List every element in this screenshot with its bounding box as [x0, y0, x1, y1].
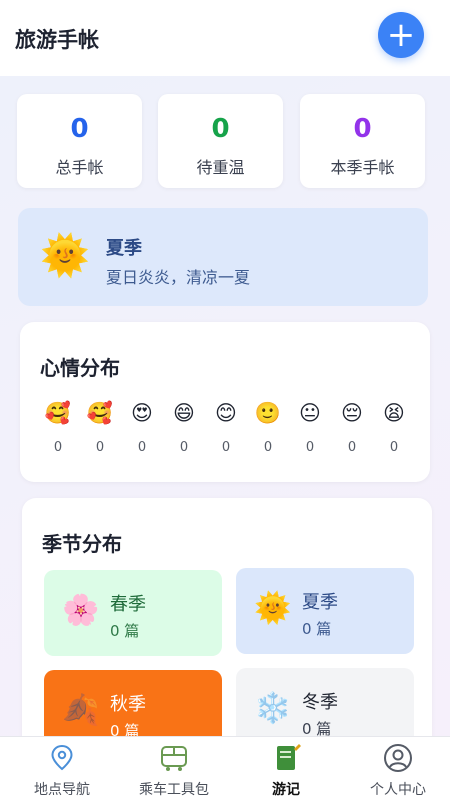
season-distribution-title: 季节分布: [42, 532, 122, 556]
current-season-name: 夏季: [106, 238, 142, 259]
sun-icon: 🌞: [40, 233, 90, 279]
mood-item[interactable]: 🙂 0: [248, 400, 288, 455]
mood-count: 0: [95, 440, 105, 455]
add-journal-button[interactable]: +: [378, 12, 424, 58]
season-tile-summer[interactable]: 🌞 夏季 0 篇: [236, 568, 414, 654]
season-tile-winter[interactable]: ❄️ 冬季 0 篇: [236, 668, 414, 736]
smiling-hearts-icon: 🥰: [86, 401, 114, 425]
mood-count: 0: [347, 440, 357, 455]
heart-eyes-icon: 😍: [131, 401, 153, 425]
stat-season-label: 本季手帐: [330, 158, 395, 177]
current-season-banner: 🌞 夏季 夏日炎炎，清凉一夏: [18, 208, 428, 306]
nav-label: 乘车工具包: [139, 782, 209, 798]
season-tile-autumn[interactable]: 🍂 秋季 0 篇: [44, 670, 222, 736]
tired-face-icon: 😫: [383, 401, 405, 425]
mood-count: 0: [179, 440, 189, 455]
plus-icon: +: [386, 15, 416, 55]
nav-item-transit[interactable]: 乘车工具包: [118, 737, 230, 801]
cherry-blossom-icon: 🌸: [62, 593, 100, 628]
top-bar: 旅游手帐 +: [0, 0, 450, 76]
sun-icon: 🌞: [254, 591, 292, 626]
mood-count: 0: [305, 440, 315, 455]
app-title: 旅游手帐: [15, 28, 99, 52]
snowflake-icon: ❄️: [254, 691, 292, 726]
mood-count: 0: [53, 440, 63, 455]
pensive-icon: 😔: [341, 401, 363, 425]
stat-revisit-value: 0: [211, 114, 230, 144]
notebook-icon: [277, 744, 301, 770]
grinning-icon: 😄: [173, 401, 195, 425]
mood-item[interactable]: 😊 0: [206, 400, 246, 455]
tile-count: 0 篇: [302, 720, 332, 736]
mood-count: 0: [263, 440, 273, 455]
user-icon: [384, 744, 412, 772]
nav-item-location[interactable]: 地点导航: [6, 737, 118, 801]
mood-count: 0: [221, 440, 231, 455]
neutral-face-icon: 😐: [299, 401, 321, 425]
season-distribution-card: 季节分布 🌸 春季 0 篇 🌞 夏季 0 篇 🍂 秋季 0 篇 ❄️ 冬季 0 …: [22, 498, 432, 736]
nav-item-profile[interactable]: 个人中心: [342, 737, 450, 801]
main-content[interactable]: 0 总手帐 0 待重温 0 本季手帐 🌞 夏季 夏日炎炎，清凉一夏 心情分布 🥰…: [0, 76, 450, 736]
tile-name: 秋季: [110, 694, 146, 715]
stat-total-value: 0: [70, 114, 89, 144]
mood-count: 0: [137, 440, 147, 455]
mood-item[interactable]: 😔 0: [332, 400, 372, 455]
mood-title: 心情分布: [40, 356, 120, 380]
mood-item[interactable]: 😍 0: [122, 400, 162, 455]
mood-item[interactable]: 🥰 0: [80, 400, 120, 455]
mood-count: 0: [389, 440, 399, 455]
stat-revisit[interactable]: 0 待重温: [158, 94, 283, 188]
nav-item-journal[interactable]: 游记: [230, 737, 342, 801]
mood-item[interactable]: 😄 0: [164, 400, 204, 455]
location-pin-icon: [51, 744, 73, 771]
mood-card: 心情分布 🥰 0 🥰 0 😍 0 😄 0 😊 0 🙂 0 😐 0 😔 0 😫 0: [20, 322, 430, 482]
nav-label: 地点导航: [34, 782, 90, 798]
stat-total-label: 总手帐: [55, 158, 104, 177]
mood-item[interactable]: 🥰 0: [38, 400, 78, 455]
mood-item[interactable]: 😫 0: [374, 400, 414, 455]
tile-count: 0 篇: [110, 622, 140, 640]
current-season-desc: 夏日炎炎，清凉一夏: [106, 268, 251, 287]
tile-name: 冬季: [302, 692, 338, 713]
tile-name: 夏季: [302, 592, 338, 613]
slight-smile-icon: 🙂: [254, 401, 282, 425]
fallen-leaf-icon: 🍂: [62, 693, 100, 728]
blush-icon: 😊: [215, 401, 237, 425]
mood-row: 🥰 0 🥰 0 😍 0 😄 0 😊 0 🙂 0 😐 0 😔 0 😫 0: [38, 400, 418, 470]
bottom-nav: 地点导航 乘车工具包 游记 个人中心: [0, 736, 450, 801]
smiling-hearts-icon: 🥰: [44, 401, 72, 425]
nav-label: 个人中心: [370, 782, 426, 798]
season-tile-spring[interactable]: 🌸 春季 0 篇: [44, 570, 222, 656]
stat-revisit-label: 待重温: [196, 158, 245, 177]
bus-icon: [161, 746, 187, 771]
stat-total[interactable]: 0 总手帐: [17, 94, 142, 188]
tile-count: 0 篇: [110, 722, 140, 736]
stat-season-value: 0: [353, 114, 372, 144]
stat-season[interactable]: 0 本季手帐: [300, 94, 425, 188]
mood-item[interactable]: 😐 0: [290, 400, 330, 455]
tile-name: 春季: [110, 594, 146, 615]
tile-count: 0 篇: [302, 620, 332, 638]
nav-label: 游记: [272, 782, 300, 798]
